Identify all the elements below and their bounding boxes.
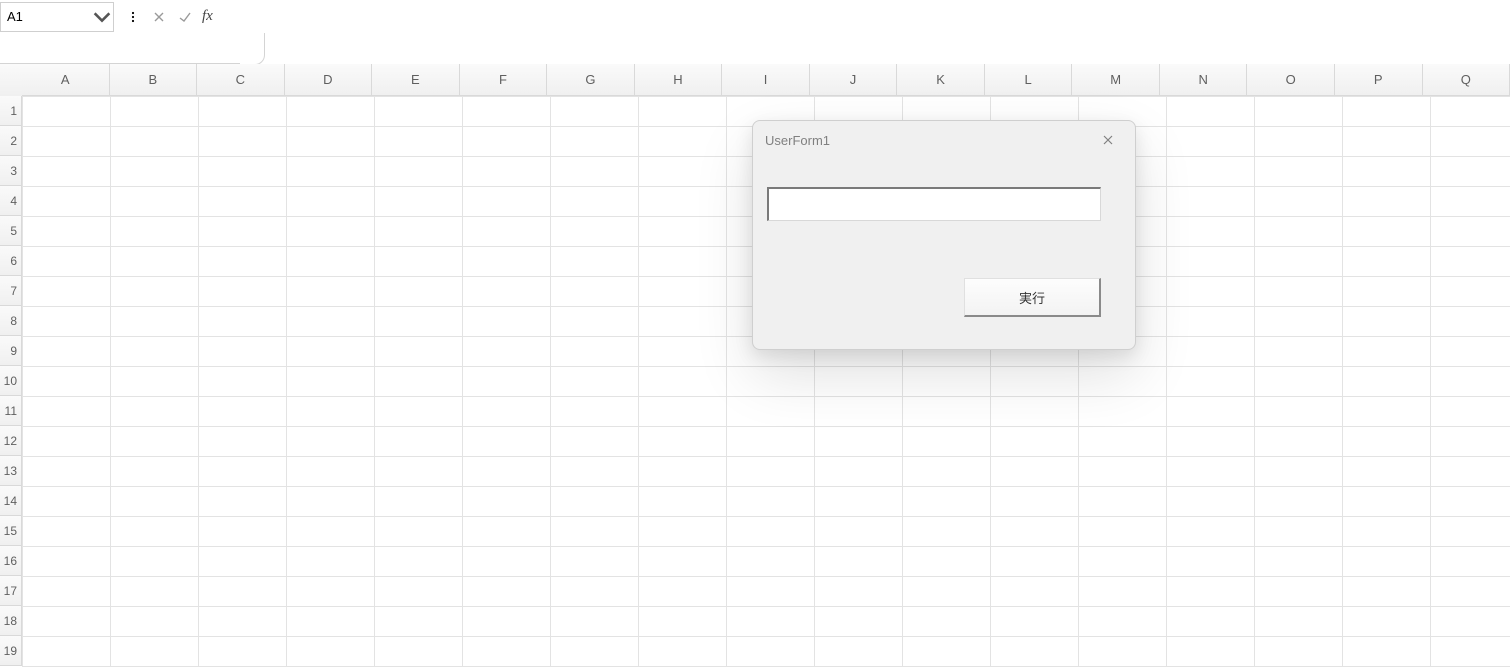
ribbon-lower-edge [0, 33, 1510, 64]
cancel-icon[interactable] [146, 3, 172, 31]
column-header[interactable]: N [1160, 64, 1248, 96]
row-header[interactable]: 7 [0, 276, 22, 306]
row-header[interactable]: 10 [0, 366, 22, 396]
column-header[interactable]: K [897, 64, 985, 96]
row-header[interactable]: 5 [0, 216, 22, 246]
row-header[interactable]: 19 [0, 636, 22, 666]
row-header[interactable]: 1 [0, 96, 22, 126]
column-header[interactable]: I [722, 64, 810, 96]
row-header[interactable]: 18 [0, 606, 22, 636]
row-header[interactable]: 4 [0, 186, 22, 216]
row-header[interactable]: 3 [0, 156, 22, 186]
row-header[interactable]: 2 [0, 126, 22, 156]
column-header[interactable]: H [635, 64, 723, 96]
column-header[interactable]: O [1247, 64, 1335, 96]
kebab-icon[interactable] [120, 3, 146, 31]
userform-dialog: UserForm1 実行 [752, 120, 1136, 350]
row-header[interactable]: 9 [0, 336, 22, 366]
column-header[interactable]: L [985, 64, 1073, 96]
column-headers: ABCDEFGHIJKLMNOPQ [22, 64, 1510, 96]
column-header[interactable]: C [197, 64, 285, 96]
row-header[interactable]: 17 [0, 576, 22, 606]
column-header[interactable]: M [1072, 64, 1160, 96]
row-header[interactable]: 12 [0, 426, 22, 456]
column-header[interactable]: Q [1423, 64, 1510, 96]
close-icon[interactable] [1091, 125, 1125, 155]
row-header[interactable]: 11 [0, 396, 22, 426]
column-header[interactable]: D [285, 64, 373, 96]
fx-icon[interactable]: fx [198, 8, 217, 25]
column-header[interactable]: B [110, 64, 198, 96]
execute-button-label: 実行 [1019, 288, 1045, 307]
column-header[interactable]: G [547, 64, 635, 96]
userform-textbox[interactable] [767, 187, 1101, 221]
column-header[interactable]: E [372, 64, 460, 96]
userform-title: UserForm1 [765, 133, 1091, 148]
column-header[interactable]: F [460, 64, 548, 96]
row-header[interactable]: 14 [0, 486, 22, 516]
formula-input[interactable] [217, 2, 401, 32]
row-header[interactable]: 8 [0, 306, 22, 336]
confirm-icon[interactable] [172, 3, 198, 31]
name-box-wrap [0, 2, 114, 32]
column-header[interactable]: P [1335, 64, 1423, 96]
userform-titlebar[interactable]: UserForm1 [753, 121, 1135, 159]
column-header[interactable]: J [810, 64, 898, 96]
row-header[interactable]: 16 [0, 546, 22, 576]
formula-bar: fx [0, 0, 1510, 33]
name-box[interactable] [1, 4, 91, 30]
chevron-down-icon[interactable] [91, 3, 113, 31]
select-all-corner[interactable] [0, 64, 23, 97]
row-header[interactable]: 6 [0, 246, 22, 276]
row-headers: 12345678910111213141516171819 [0, 96, 22, 666]
execute-button[interactable]: 実行 [964, 278, 1101, 317]
userform-body: 実行 [753, 159, 1135, 349]
column-header[interactable]: A [22, 64, 110, 96]
row-header[interactable]: 15 [0, 516, 22, 546]
row-header[interactable]: 13 [0, 456, 22, 486]
